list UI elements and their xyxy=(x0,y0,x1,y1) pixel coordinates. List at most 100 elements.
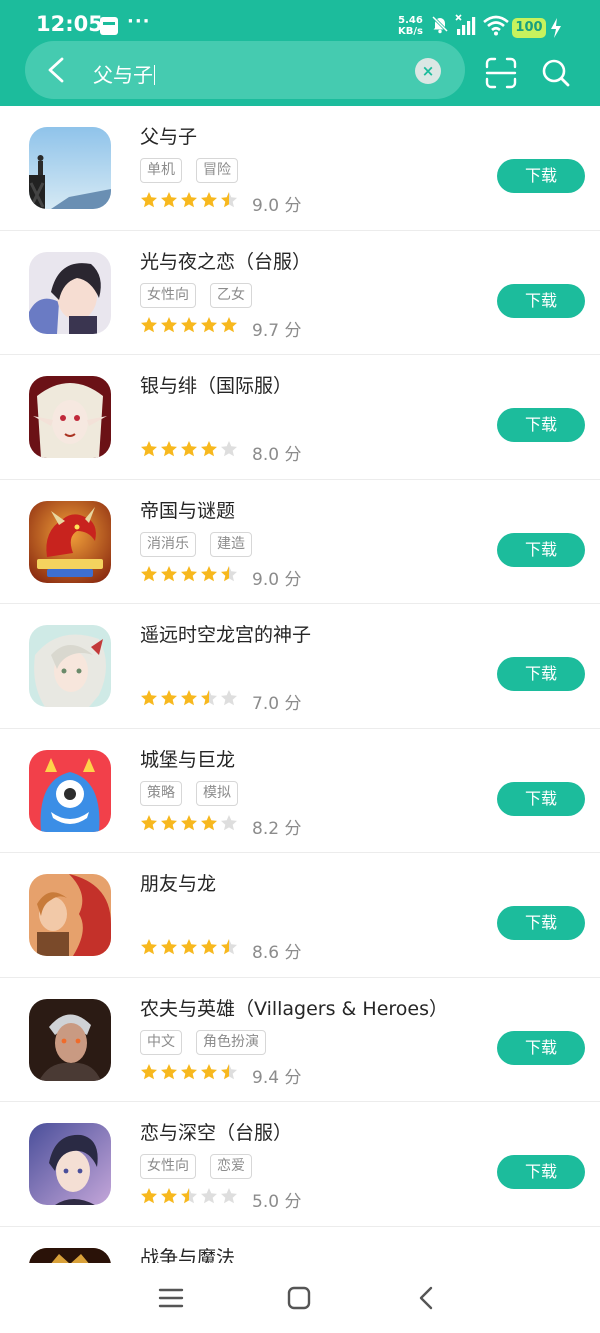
net-speed-value: 5.46 xyxy=(398,15,423,26)
app-icon-anime-boy-blue[interactable] xyxy=(29,1123,111,1205)
star-icon xyxy=(160,565,178,583)
star-icon xyxy=(180,689,198,707)
star-icon xyxy=(160,191,178,209)
star-icon xyxy=(140,938,158,956)
app-icon-blue-monster[interactable] xyxy=(29,749,111,832)
category-tag: 单机 xyxy=(140,158,182,183)
list-item[interactable]: 农夫与英雄（Villagers & Heroes） 中文 角色扮演 9.4 分 下载 xyxy=(0,978,600,1102)
list-item[interactable]: 光与夜之恋（台服） 女性向 乙女 9.7 分 下载 xyxy=(0,231,600,355)
category-tag: 冒险 xyxy=(196,158,238,183)
more-dots-icon: ··· xyxy=(127,11,151,32)
app-icon-red-dragon-logo[interactable] xyxy=(29,500,111,583)
star-icon xyxy=(200,565,218,583)
tag-list: 女性向 乙女 xyxy=(140,282,266,308)
tag-list: 单机 冒险 xyxy=(140,158,252,183)
star-icon xyxy=(200,814,218,832)
star-icon xyxy=(160,1063,178,1081)
list-item[interactable]: 战争与魔法 xyxy=(0,1227,600,1264)
star-icon xyxy=(200,689,218,707)
menu-icon[interactable] xyxy=(156,1283,186,1313)
search-result-list[interactable]: 父与子 单机 冒险 9.0 分下载 光与夜之恋（台服） 女性向 乙女 9.7 分下载 银与绯（国… xyxy=(0,106,600,1263)
star-rating xyxy=(140,1063,250,1083)
category-tag: 策略 xyxy=(140,780,182,806)
list-item[interactable]: 父与子 单机 冒险 9.0 分下载 xyxy=(0,106,600,231)
star-icon xyxy=(220,689,238,707)
wifi-icon xyxy=(483,15,509,36)
star-icon xyxy=(180,191,198,209)
star-icon xyxy=(140,440,158,458)
download-button[interactable]: 下载 xyxy=(497,781,585,816)
star-icon xyxy=(220,316,238,334)
tag-list: 消消乐 建造 xyxy=(140,531,266,557)
app-header: 12:05 ··· 5.46 KB/s 100 父与子 × xyxy=(0,0,600,106)
list-item[interactable]: 恋与深空（台服） 女性向 恋爱 5.0 分下载 xyxy=(0,1102,600,1227)
download-button[interactable]: 下载 xyxy=(497,1155,585,1189)
star-icon xyxy=(200,316,218,334)
app-title[interactable]: 朋友与龙 xyxy=(140,869,216,896)
app-icon-silhouette-cliff[interactable] xyxy=(29,127,111,209)
app-title[interactable]: 银与绯（国际服） xyxy=(140,371,292,398)
star-rating xyxy=(140,565,250,585)
search-box[interactable] xyxy=(25,41,465,99)
star-icon xyxy=(140,316,158,334)
mute-bell-icon xyxy=(431,15,449,34)
star-icon xyxy=(140,191,158,209)
download-button[interactable]: 下载 xyxy=(497,408,585,442)
rating-score: 8.0 分 xyxy=(252,445,302,465)
battery-icon: 100 xyxy=(512,18,546,38)
tag-list: 女性向 恋爱 xyxy=(140,1154,266,1179)
category-tag: 消消乐 xyxy=(140,531,196,557)
list-item[interactable]: 遥远时空龙宫的神子 7.0 分 下载 xyxy=(0,604,600,729)
download-button[interactable]: 下载 xyxy=(497,657,585,691)
scan-icon[interactable] xyxy=(484,56,518,90)
list-item[interactable]: 朋友与龙 8.6 分 下载 xyxy=(0,853,600,978)
app-title[interactable]: 战争与魔法 xyxy=(140,1243,235,1264)
rating-score: 9.0 分 xyxy=(252,196,302,216)
system-nav-bar xyxy=(0,1263,600,1333)
app-title[interactable]: 父与子 xyxy=(140,122,197,149)
list-item[interactable]: 帝国与谜题消消乐 建造 9.0 分 下载 xyxy=(0,480,600,604)
back-nav-icon[interactable] xyxy=(412,1283,442,1313)
star-icon xyxy=(140,689,158,707)
search-input[interactable]: 父与子 xyxy=(93,59,155,88)
star-icon xyxy=(200,1063,218,1081)
app-icon-vampire-elf[interactable] xyxy=(29,376,111,458)
app-title[interactable]: 农夫与英雄（Villagers & Heroes） xyxy=(140,994,448,1021)
app-title[interactable]: 恋与深空（台服） xyxy=(140,1118,292,1145)
back-icon[interactable] xyxy=(40,52,74,88)
category-tag: 恋爱 xyxy=(210,1154,252,1179)
download-button[interactable]: 下载 xyxy=(497,283,585,318)
app-icon-war-magic[interactable] xyxy=(29,1247,111,1263)
category-tag: 中文 xyxy=(140,1029,182,1055)
app-title[interactable]: 城堡与巨龙 xyxy=(140,745,235,772)
list-item[interactable]: 银与绯（国际服） 8.0 分 下载 xyxy=(0,355,600,480)
star-icon xyxy=(140,565,158,583)
app-icon-anime-man-dark-hair[interactable] xyxy=(29,251,111,334)
app-title[interactable]: 遥远时空龙宫的神子 xyxy=(140,620,311,647)
download-button[interactable]: 下载 xyxy=(497,159,585,193)
app-icon-hero-red-dragon[interactable] xyxy=(29,874,111,956)
text-caret xyxy=(154,65,155,85)
star-rating xyxy=(140,191,250,211)
star-icon xyxy=(180,440,198,458)
star-icon xyxy=(200,440,218,458)
app-title[interactable]: 帝国与谜题 xyxy=(140,496,235,523)
star-icon xyxy=(220,1187,238,1205)
star-rating xyxy=(140,814,250,834)
app-icon-anime-silver-hair[interactable] xyxy=(29,625,111,707)
status-bar: 12:05 ··· 5.46 KB/s 100 xyxy=(0,0,600,44)
home-icon[interactable] xyxy=(284,1283,314,1313)
star-icon xyxy=(180,1063,198,1081)
download-button[interactable]: 下载 xyxy=(497,906,585,940)
download-button[interactable]: 下载 xyxy=(497,532,585,567)
rating-score: 9.0 分 xyxy=(252,569,302,590)
search-icon[interactable] xyxy=(540,56,572,90)
clear-search-button[interactable]: × xyxy=(415,58,441,84)
app-icon-warrior-portrait[interactable] xyxy=(29,998,111,1081)
rating-score: 9.7 分 xyxy=(252,320,302,341)
star-rating xyxy=(140,1187,250,1207)
download-button[interactable]: 下载 xyxy=(497,1030,585,1065)
list-item[interactable]: 城堡与巨龙 策略 模拟 8.2 分下载 xyxy=(0,729,600,853)
app-title[interactable]: 光与夜之恋（台服） xyxy=(140,247,311,274)
star-icon xyxy=(160,689,178,707)
